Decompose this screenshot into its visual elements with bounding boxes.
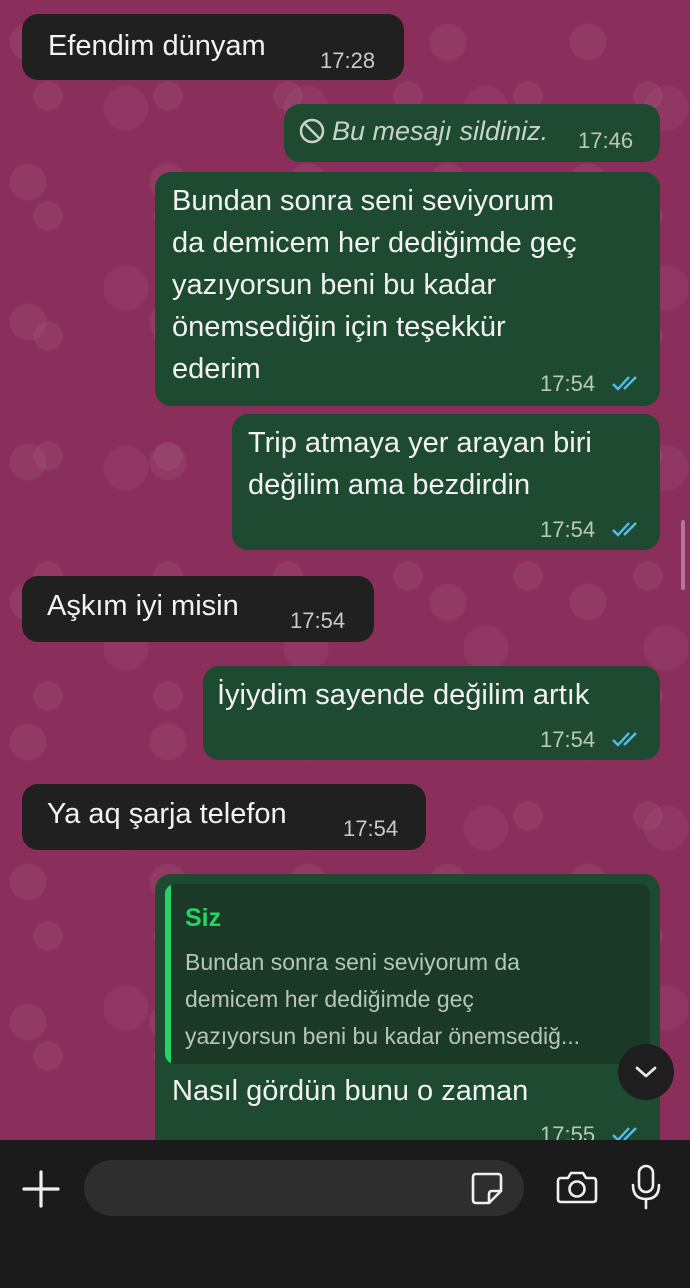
double-check-icon	[612, 376, 637, 391]
message-outgoing-reply[interactable]: Siz Bundan sonra seni seviyorum da demic…	[155, 874, 660, 1140]
message-input[interactable]	[108, 1174, 472, 1204]
double-check-icon	[612, 522, 637, 537]
camera-icon[interactable]	[556, 1168, 598, 1206]
message-outgoing[interactable]: İyiydim sayende değilim artık 17:54	[203, 666, 660, 760]
message-time: 17:54	[290, 608, 346, 633]
message-incoming[interactable]: Efendim dünyam 17:28	[22, 14, 404, 80]
plus-icon[interactable]	[20, 1168, 62, 1210]
message-time: 17:54	[540, 727, 596, 752]
chevron-down-icon	[635, 1066, 657, 1078]
quote-author: Siz	[185, 904, 222, 932]
message-text: Trip atmaya yer arayan biri değilim ama …	[248, 427, 592, 501]
quoted-message[interactable]: Siz Bundan sonra seni seviyorum da demic…	[165, 884, 650, 1064]
message-input-container[interactable]	[84, 1160, 524, 1216]
message-text: Efendim dünyam	[48, 30, 266, 62]
message-incoming[interactable]: Aşkım iyi misin 17:54	[22, 576, 374, 642]
double-check-icon	[612, 732, 637, 747]
message-text: Bu mesajı sildiniz.	[332, 116, 549, 146]
prohibited-icon	[299, 118, 325, 144]
message-text: Ya aq şarja telefon	[47, 798, 287, 830]
message-time: 17:54	[540, 371, 596, 396]
message-time: 17:28	[320, 48, 376, 73]
sticker-icon[interactable]	[470, 1170, 504, 1206]
double-check-icon	[612, 1127, 637, 1140]
message-time: 17:55	[540, 1122, 596, 1140]
message-text: İyiydim sayende değilim artık	[217, 679, 590, 711]
message-outgoing[interactable]: Bundan sonra seni seviyorum da demicem h…	[155, 172, 660, 406]
quote-text: Bundan sonra seni seviyorum da demicem h…	[185, 949, 581, 1049]
message-outgoing-deleted[interactable]: Bu mesajı sildiniz. 17:46	[284, 104, 660, 162]
message-time: 17:46	[578, 128, 634, 153]
message-text: Aşkım iyi misin	[47, 590, 239, 622]
message-time: 17:54	[343, 816, 399, 841]
quote-accent-bar	[165, 884, 171, 1064]
scrollbar[interactable]	[681, 520, 685, 590]
message-incoming[interactable]: Ya aq şarja telefon 17:54	[22, 784, 426, 850]
scroll-to-bottom-button[interactable]	[618, 1044, 674, 1100]
microphone-icon[interactable]	[630, 1164, 662, 1210]
message-text: Bundan sonra seni seviyorum da demicem h…	[172, 185, 577, 385]
message-list[interactable]: Efendim dünyam 17:28 Bu mesajı sildiniz.…	[0, 0, 690, 1140]
message-outgoing[interactable]: Trip atmaya yer arayan biri değilim ama …	[232, 414, 660, 550]
message-time: 17:54	[540, 517, 596, 542]
message-text: Nasıl gördün bunu o zaman	[172, 1075, 529, 1107]
